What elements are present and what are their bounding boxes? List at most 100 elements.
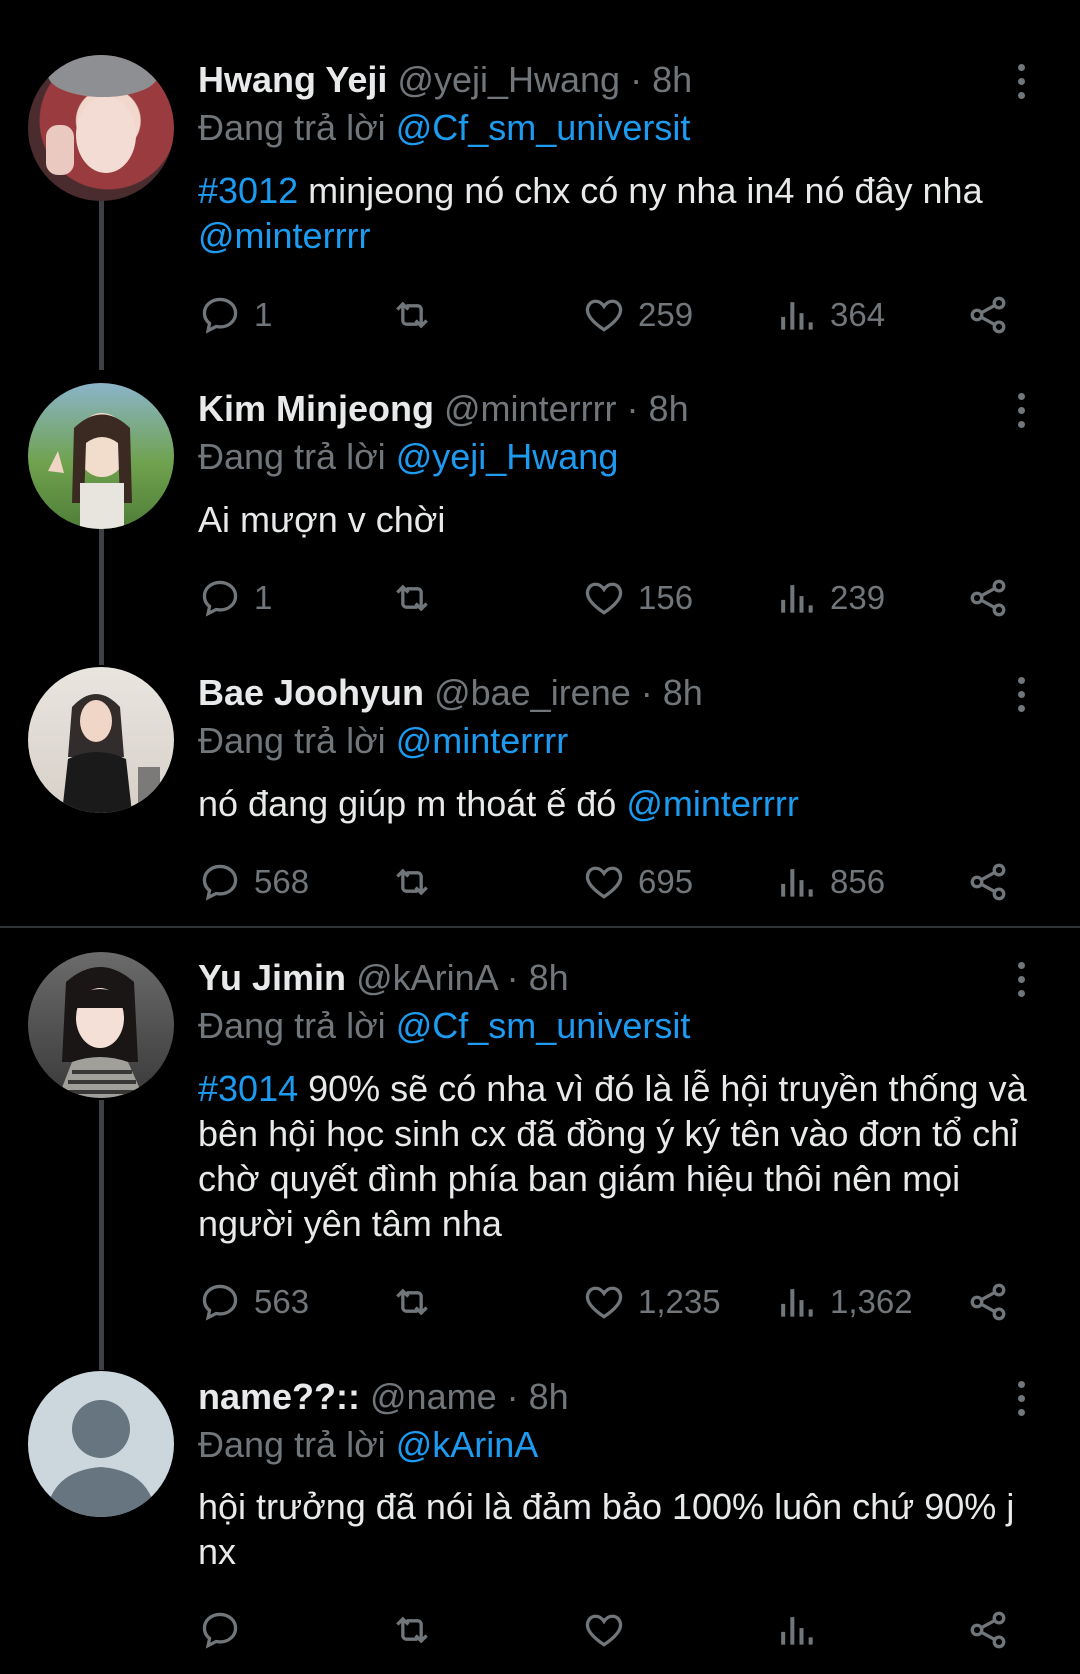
views-button[interactable]: 1,362 — [774, 1277, 913, 1327]
action-bar: 1 156 239 — [0, 573, 1080, 623]
action-bar: 568 695 856 — [0, 857, 1080, 907]
like-button[interactable]: 1,235 — [582, 1277, 721, 1327]
reply-icon — [202, 297, 238, 334]
display-name[interactable]: Bae Joohyun — [198, 672, 424, 713]
reply-button[interactable] — [198, 1605, 254, 1655]
views-button[interactable]: 364 — [774, 290, 885, 340]
timestamp[interactable]: 8h — [663, 672, 703, 713]
share-button[interactable] — [966, 1605, 1010, 1655]
share-button[interactable] — [966, 290, 1010, 340]
avatar[interactable] — [28, 952, 174, 1098]
like-count: 259 — [638, 296, 694, 333]
retweet-button[interactable] — [390, 857, 446, 907]
tweet-text: nó đang giúp m thoát ế đó @minterrrr — [198, 781, 1058, 826]
mention[interactable]: @minterrrr — [198, 215, 371, 256]
views-button[interactable] — [774, 1605, 830, 1655]
user-handle[interactable]: @name — [370, 1376, 497, 1417]
share-button[interactable] — [966, 573, 1010, 623]
action-bar: 1 259 364 — [0, 290, 1080, 340]
share-icon — [970, 863, 1006, 901]
replying-to-label: Đang trả lời — [198, 720, 386, 761]
views-count: 364 — [830, 296, 886, 333]
reply-count: 1 — [254, 579, 273, 616]
user-handle[interactable]: @yeji_Hwang — [397, 59, 620, 100]
views-button[interactable]: 239 — [774, 573, 885, 623]
reply-to-handle[interactable]: @Cf_sm_universit — [396, 107, 691, 148]
replying-to: Đang trả lời @kArinA — [198, 1423, 538, 1467]
like-button[interactable]: 695 — [582, 857, 693, 907]
retweet-icon — [396, 868, 428, 896]
timestamp[interactable]: 8h — [649, 388, 689, 429]
more-icon[interactable] — [1010, 64, 1032, 106]
avatar[interactable] — [28, 667, 174, 813]
user-handle[interactable]: @kArinA — [356, 957, 497, 998]
views-icon — [781, 302, 813, 330]
more-icon[interactable] — [1010, 677, 1032, 719]
tweet-body: minjeong nó chx có ny nha in4 nó đây nha — [308, 170, 983, 211]
replying-to: Đang trả lời @minterrrr — [198, 719, 568, 763]
views-count: 1,362 — [830, 1283, 913, 1320]
tweet-text: #3012 minjeong nó chx có ny nha in4 nó đ… — [198, 168, 1058, 258]
separator-dot: · — [630, 672, 663, 713]
avatar[interactable] — [28, 383, 174, 529]
avatar-image — [62, 694, 160, 813]
share-icon — [970, 1611, 1006, 1649]
heart-icon — [585, 1614, 623, 1647]
reply-to-handle[interactable]: @kArinA — [396, 1424, 539, 1465]
user-handle[interactable]: @minterrrr — [444, 388, 617, 429]
display-name[interactable]: Yu Jimin — [198, 957, 346, 998]
retweet-button[interactable] — [390, 1277, 446, 1327]
timestamp[interactable]: 8h — [652, 59, 692, 100]
timestamp[interactable]: 8h — [529, 957, 569, 998]
views-icon — [781, 585, 813, 613]
replying-to-label: Đang trả lời — [198, 436, 386, 477]
like-button[interactable] — [582, 1605, 638, 1655]
timestamp[interactable]: 8h — [529, 1376, 569, 1417]
display-name[interactable]: Hwang Yeji — [198, 59, 387, 100]
share-icon — [970, 579, 1006, 617]
more-icon[interactable] — [1010, 393, 1032, 435]
reply-icon — [202, 1612, 238, 1649]
reply-button[interactable]: 1 — [198, 573, 272, 623]
reply-button[interactable]: 568 — [198, 857, 309, 907]
like-button[interactable]: 259 — [582, 290, 693, 340]
like-button[interactable]: 156 — [582, 573, 693, 623]
tweet-header: name??:: @name · 8h — [198, 1375, 569, 1419]
retweet-button[interactable] — [390, 290, 446, 340]
hashtag[interactable]: #3012 — [198, 170, 298, 211]
replying-to-label: Đang trả lời — [198, 1424, 386, 1465]
mention[interactable]: @minterrrr — [626, 783, 799, 824]
hashtag[interactable]: #3014 — [198, 1068, 298, 1109]
reply-button[interactable]: 563 — [198, 1277, 309, 1327]
heart-icon — [585, 866, 623, 899]
reply-button[interactable]: 1 — [198, 290, 272, 340]
more-icon[interactable] — [1010, 962, 1032, 1004]
tweet-header: Bae Joohyun @bae_irene · 8h — [198, 671, 703, 715]
avatar[interactable] — [28, 55, 174, 201]
tweet-text: hội trưởng đã nói là đảm bảo 100% luôn c… — [198, 1484, 1058, 1574]
separator-dot: · — [496, 957, 529, 998]
replying-to: Đang trả lời @Cf_sm_universit — [198, 106, 690, 150]
reply-to-handle[interactable]: @yeji_Hwang — [396, 436, 619, 477]
thread-line — [99, 1100, 104, 1370]
replying-to: Đang trả lời @Cf_sm_universit — [198, 1004, 690, 1048]
share-button[interactable] — [966, 1277, 1010, 1327]
retweet-button[interactable] — [390, 573, 446, 623]
tweet-body: 90% sẽ có nha vì đó là lễ hội truyền thố… — [198, 1068, 1027, 1244]
avatar[interactable] — [28, 1371, 174, 1517]
retweet-button[interactable] — [390, 1605, 446, 1655]
views-button[interactable]: 856 — [774, 857, 885, 907]
default-avatar-icon — [46, 1400, 156, 1517]
display-name[interactable]: Kim Minjeong — [198, 388, 434, 429]
separator-dot: · — [496, 1376, 529, 1417]
reply-icon — [202, 864, 238, 901]
tweet-text: Ai mượn v chời — [198, 497, 1058, 542]
display-name[interactable]: name??:: — [198, 1376, 360, 1417]
user-handle[interactable]: @bae_irene — [434, 672, 631, 713]
retweet-icon — [396, 1616, 428, 1644]
separator-dot: · — [620, 59, 653, 100]
reply-to-handle[interactable]: @minterrrr — [396, 720, 569, 761]
share-button[interactable] — [966, 857, 1010, 907]
reply-to-handle[interactable]: @Cf_sm_universit — [396, 1005, 691, 1046]
more-icon[interactable] — [1010, 1381, 1032, 1423]
